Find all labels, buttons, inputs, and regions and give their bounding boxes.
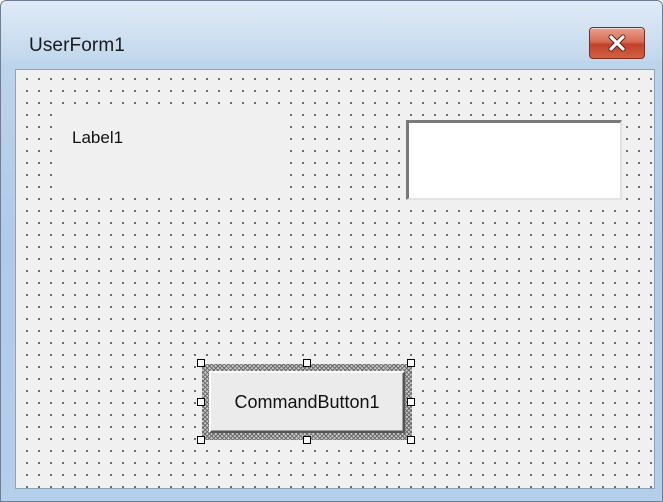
- resize-handle-middle-left[interactable]: [197, 398, 205, 406]
- resize-handle-middle-right[interactable]: [407, 398, 415, 406]
- userform-window: UserForm1 Label1 CommandButton1: [0, 0, 663, 502]
- resize-handle-bottom-left[interactable]: [197, 436, 205, 444]
- resize-handle-bottom-center[interactable]: [303, 436, 311, 444]
- close-icon: [608, 34, 626, 52]
- resize-handle-bottom-right[interactable]: [407, 436, 415, 444]
- window-title: UserForm1: [29, 35, 125, 56]
- form-design-surface[interactable]: Label1 CommandButton1: [15, 69, 655, 489]
- close-button[interactable]: [589, 27, 645, 59]
- resize-handle-top-right[interactable]: [407, 359, 415, 367]
- resize-handle-top-left[interactable]: [197, 359, 205, 367]
- textbox1-control[interactable]: [406, 120, 622, 200]
- resize-handle-top-center[interactable]: [303, 359, 311, 367]
- command-button1[interactable]: CommandButton1: [209, 371, 405, 433]
- label1-control[interactable]: Label1: [56, 122, 156, 154]
